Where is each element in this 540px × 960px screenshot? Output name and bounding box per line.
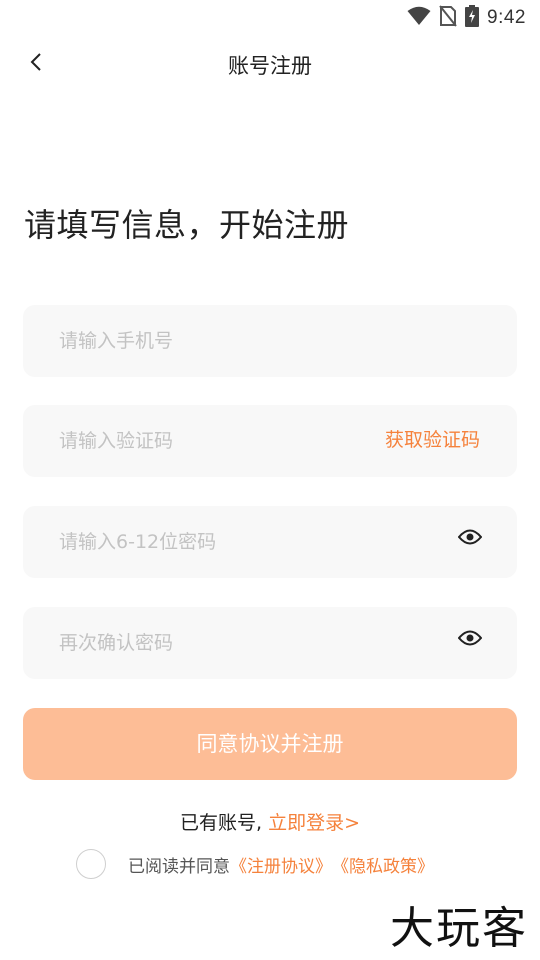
eye-icon — [457, 630, 483, 650]
register-button[interactable]: 同意协议并注册 — [23, 708, 517, 780]
headline: 请填写信息，开始注册 — [24, 206, 350, 244]
confirm-password-field — [23, 607, 517, 679]
eye-icon — [457, 529, 483, 549]
login-prompt: 已有账号, 立即登录> — [0, 808, 540, 835]
confirm-visibility-toggle[interactable] — [457, 627, 483, 653]
phone-input[interactable] — [59, 305, 379, 377]
status-time: 9:42 — [487, 7, 526, 28]
phone-field — [23, 305, 517, 377]
password-field — [23, 506, 517, 578]
status-icons: 9:42 — [407, 5, 526, 31]
login-link[interactable]: 立即登录> — [268, 812, 360, 834]
login-prefix: 已有账号, — [179, 812, 269, 834]
wifi-icon — [407, 6, 431, 30]
agreement-text: 已阅读并同意 — [128, 856, 230, 877]
agreement-row: 已阅读并同意 《注册协议》 《隐私政策》 — [76, 848, 434, 880]
get-code-button[interactable]: 获取验证码 — [385, 425, 480, 452]
password-visibility-toggle[interactable] — [457, 526, 483, 552]
code-field: 获取验证码 — [23, 405, 517, 477]
watermark-logo: 大玩客 — [390, 903, 528, 954]
password-input[interactable] — [59, 506, 379, 578]
nav-bar: 账号注册 — [0, 40, 540, 88]
privacy-policy-link[interactable]: 《隐私政策》 — [332, 852, 434, 877]
no-sim-icon — [439, 5, 457, 31]
user-agreement-link[interactable]: 《注册协议》 — [230, 852, 332, 877]
confirm-password-input[interactable] — [59, 607, 379, 679]
agreement-checkbox[interactable] — [76, 849, 106, 879]
battery-charging-icon — [465, 5, 480, 31]
status-bar: 9:42 — [0, 0, 540, 36]
verification-code-input[interactable] — [59, 405, 379, 477]
page-title: 账号注册 — [228, 54, 312, 78]
